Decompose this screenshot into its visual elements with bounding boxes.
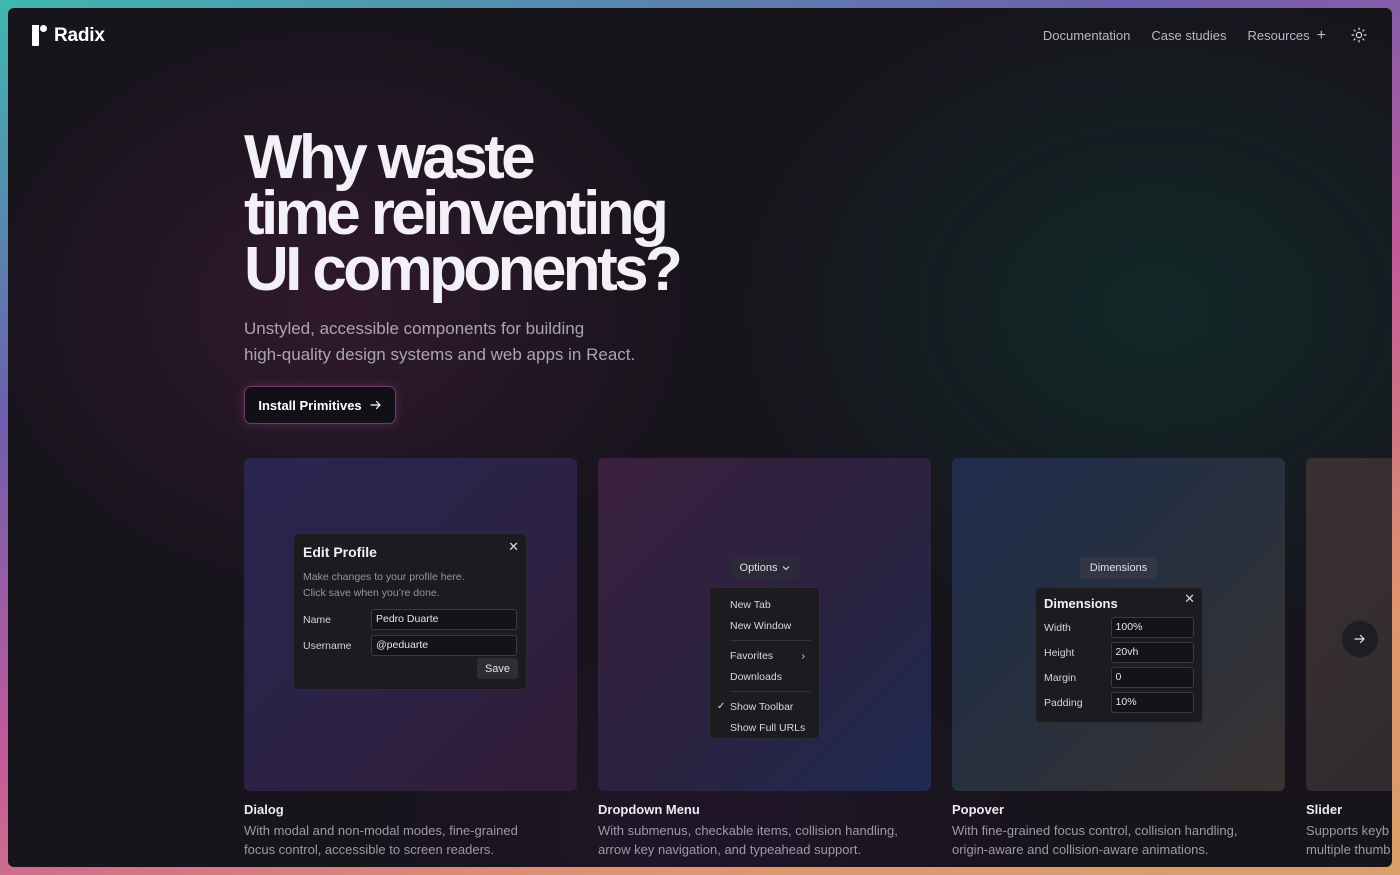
menu-item-label: Show Toolbar bbox=[730, 700, 794, 713]
nav-case-studies[interactable]: Case studies bbox=[1151, 28, 1226, 43]
card-desc-line: focus control, accessible to screen read… bbox=[244, 842, 495, 857]
hero-subtitle-line: Unstyled, accessible components for buil… bbox=[244, 319, 585, 338]
menu-item-favorites[interactable]: Favorites › bbox=[710, 645, 819, 666]
install-primitives-button[interactable]: Install Primitives bbox=[244, 386, 396, 424]
menu-item-new-window[interactable]: New Window bbox=[710, 615, 819, 636]
margin-label: Margin bbox=[1044, 671, 1077, 684]
card-desc-dropdown: With submenus, checkable items, collisio… bbox=[598, 821, 918, 859]
width-label: Width bbox=[1044, 621, 1071, 634]
plus-icon: + bbox=[1316, 26, 1326, 44]
menu-separator bbox=[730, 691, 811, 692]
popover-demo-card[interactable]: Dimensions Dimensions ✕ Width 100% Heigh… bbox=[952, 458, 1285, 791]
hero-title-line: UI components? bbox=[244, 235, 683, 304]
card-desc-popover: With fine-grained focus control, collisi… bbox=[952, 821, 1272, 859]
page-frame: Radix Documentation Case studies Resourc… bbox=[8, 8, 1392, 867]
sun-icon[interactable] bbox=[1350, 26, 1368, 44]
card-title-slider: Slider bbox=[1306, 802, 1343, 817]
dialog-description-line: Click save when you’re done. bbox=[303, 587, 440, 599]
margin-row: Margin 0 bbox=[1044, 667, 1194, 688]
username-label: Username bbox=[303, 639, 352, 652]
margin-input[interactable]: 0 bbox=[1110, 667, 1194, 688]
dialog-title: Edit Profile bbox=[303, 544, 377, 560]
logo-text: Radix bbox=[54, 25, 105, 46]
menu-item-label: Favorites bbox=[730, 649, 774, 662]
dialog-demo-card[interactable]: Edit Profile ✕ Make changes to your prof… bbox=[244, 458, 577, 791]
top-nav: Documentation Case studies Resources + bbox=[1043, 26, 1368, 44]
check-icon: ✓ bbox=[717, 701, 726, 712]
height-row: Height 20vh bbox=[1044, 642, 1194, 663]
card-desc-line: origin-aware and collision-aware animati… bbox=[952, 842, 1209, 857]
card-title-dialog: Dialog bbox=[244, 802, 284, 817]
radix-logo[interactable]: Radix bbox=[32, 25, 105, 47]
dialog-description: Make changes to your profile here. Click… bbox=[303, 569, 503, 601]
hero-subtitle: Unstyled, accessible components for buil… bbox=[244, 316, 704, 368]
close-icon[interactable]: ✕ bbox=[508, 539, 519, 555]
dialog-description-line: Make changes to your profile here. bbox=[303, 571, 465, 583]
carousel-next-button[interactable] bbox=[1341, 620, 1379, 658]
edit-profile-dialog: Edit Profile ✕ Make changes to your prof… bbox=[293, 533, 527, 690]
nav-resources-label: Resources bbox=[1247, 27, 1310, 43]
card-desc-line: arrow key navigation, and typeahead supp… bbox=[598, 842, 862, 857]
install-button-label: Install Primitives bbox=[258, 397, 362, 413]
dropdown-demo-card[interactable]: Options New Tab New Window Favorites › D… bbox=[598, 458, 931, 791]
menu-item-show-full-urls[interactable]: Show Full URLs bbox=[710, 717, 819, 738]
hero-title: Why waste time reinventing UI components… bbox=[244, 123, 804, 304]
height-input[interactable]: 20vh bbox=[1110, 642, 1194, 663]
card-desc-line: multiple thumb bbox=[1306, 842, 1391, 857]
arrow-right-icon bbox=[1354, 631, 1366, 647]
chevron-right-icon: › bbox=[801, 649, 806, 662]
close-icon[interactable]: ✕ bbox=[1184, 591, 1195, 607]
width-row: Width 100% bbox=[1044, 617, 1194, 638]
card-desc-line: Supports keyb bbox=[1306, 823, 1390, 838]
card-desc-slider: Supports keyb multiple thumb bbox=[1306, 821, 1392, 859]
hero-subtitle-line: high-quality design systems and web apps… bbox=[244, 345, 636, 364]
options-label: Options bbox=[739, 562, 778, 574]
hero-title-line: time reinventing bbox=[244, 179, 669, 248]
nav-resources[interactable]: Resources + bbox=[1247, 26, 1326, 44]
radix-logo-icon bbox=[32, 25, 48, 47]
name-label: Name bbox=[303, 613, 332, 626]
padding-row: Padding 10% bbox=[1044, 692, 1194, 713]
dropdown-menu: New Tab New Window Favorites › Downloads… bbox=[709, 587, 820, 739]
arrow-right-icon bbox=[370, 398, 382, 413]
card-title-dropdown: Dropdown Menu bbox=[598, 802, 700, 817]
hero-title-line: Why waste bbox=[244, 123, 536, 192]
options-trigger[interactable]: Options bbox=[731, 557, 799, 579]
save-button[interactable]: Save bbox=[477, 658, 518, 679]
card-desc-dialog: With modal and non-modal modes, fine-gra… bbox=[244, 821, 564, 859]
nav-documentation[interactable]: Documentation bbox=[1043, 28, 1130, 43]
menu-item-downloads[interactable]: Downloads bbox=[710, 666, 819, 687]
username-row: Username @peduarte bbox=[303, 635, 517, 656]
name-row: Name Pedro Duarte bbox=[303, 609, 517, 630]
card-desc-line: With modal and non-modal modes, fine-gra… bbox=[244, 823, 518, 838]
padding-label: Padding bbox=[1044, 696, 1083, 709]
card-desc-line: With submenus, checkable items, collisio… bbox=[598, 823, 898, 838]
height-label: Height bbox=[1044, 646, 1075, 659]
menu-separator bbox=[730, 640, 811, 641]
chevron-down-icon bbox=[782, 562, 790, 574]
popover-title: Dimensions bbox=[1044, 596, 1118, 611]
card-desc-line: With fine-grained focus control, collisi… bbox=[952, 823, 1238, 838]
menu-item-new-tab[interactable]: New Tab bbox=[710, 594, 819, 615]
width-input[interactable]: 100% bbox=[1110, 617, 1194, 638]
name-input[interactable]: Pedro Duarte bbox=[371, 609, 517, 630]
dimensions-trigger[interactable]: Dimensions bbox=[1080, 557, 1157, 579]
username-input[interactable]: @peduarte bbox=[371, 635, 517, 656]
dimensions-popover: Dimensions ✕ Width 100% Height 20vh Marg… bbox=[1035, 587, 1203, 723]
menu-item-show-toolbar[interactable]: ✓ Show Toolbar bbox=[710, 696, 819, 717]
padding-input[interactable]: 10% bbox=[1110, 692, 1194, 713]
card-title-popover: Popover bbox=[952, 802, 1005, 817]
